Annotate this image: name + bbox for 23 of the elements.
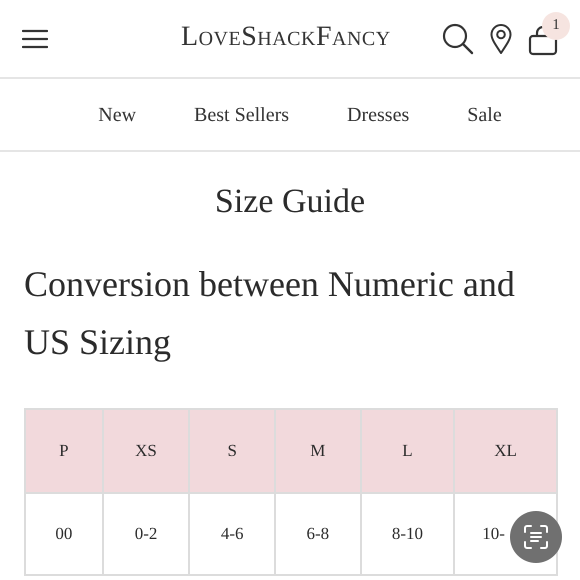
table-cell: 00 — [25, 493, 103, 575]
section-heading: Conversion between Numeric and US Sizing — [23, 263, 516, 364]
page-title: Size Guide — [214, 182, 366, 222]
cart-count-badge: 1 — [542, 12, 570, 40]
logo[interactable]: LoveShackFancy — [181, 16, 391, 58]
nav-link[interactable]: New — [98, 100, 136, 130]
nav-link[interactable]: Sale — [467, 100, 502, 130]
table-cell: 6-8 — [274, 493, 361, 575]
nav-link[interactable]: Best Sellers — [194, 100, 290, 130]
column-header: L — [360, 409, 454, 493]
column-header: M — [274, 409, 361, 493]
search-icon[interactable] — [442, 22, 474, 54]
column-header: S — [189, 409, 275, 493]
table-cell: 0-2 — [102, 493, 190, 575]
column-header: XL — [454, 409, 557, 493]
column-header: XS — [102, 409, 190, 493]
menu-icon[interactable] — [22, 28, 48, 48]
location-pin-icon[interactable] — [490, 24, 512, 54]
nav-link[interactable]: Dresses — [347, 100, 410, 130]
table-cell: 4-6 — [189, 493, 275, 575]
scan-text-icon — [523, 524, 549, 550]
table-cell: 8-10 — [360, 493, 454, 575]
column-header: P — [25, 409, 103, 493]
